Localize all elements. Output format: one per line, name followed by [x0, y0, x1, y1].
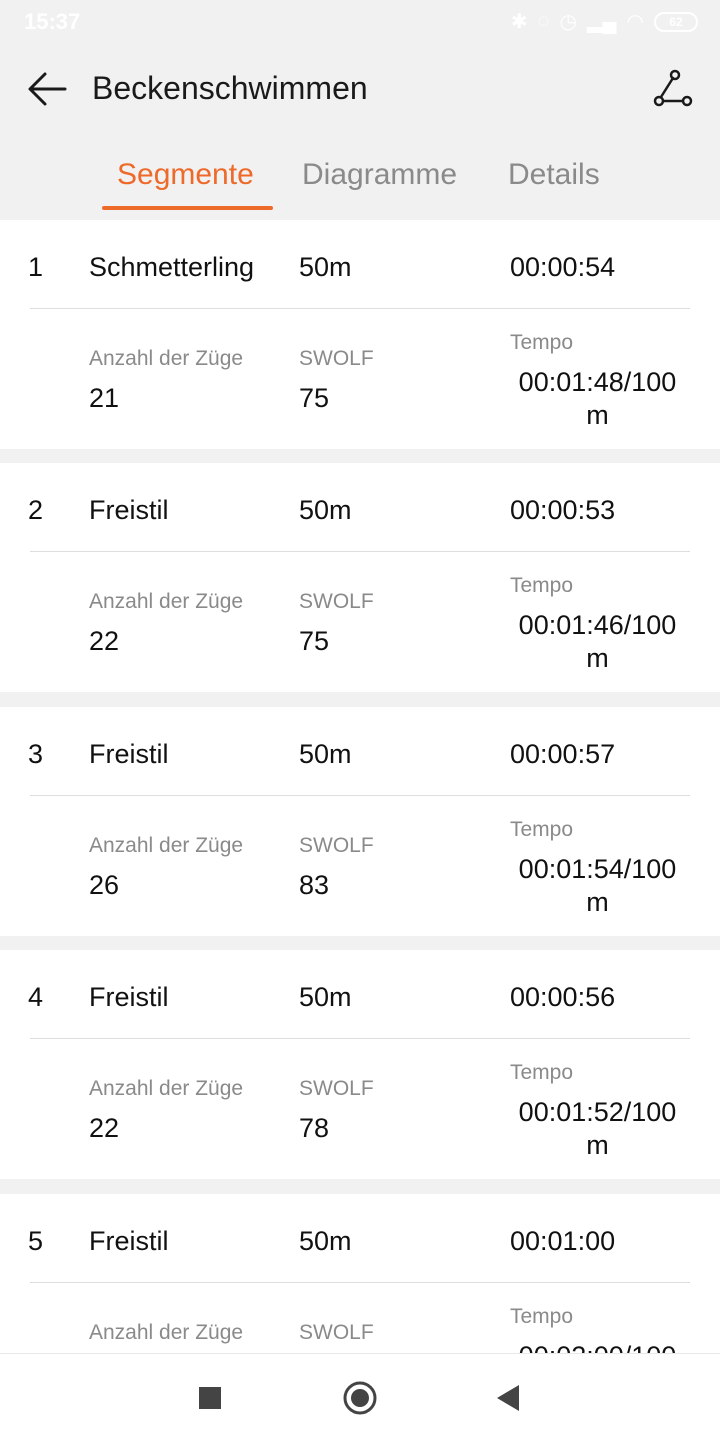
swolf-label: SWOLF [299, 1321, 374, 1344]
square-icon [199, 1387, 221, 1409]
segment-stroke: Schmetterling [89, 252, 255, 282]
segment-card[interactable]: 2 Freistil 50m 00:00:53 Anzahl der Züge … [0, 463, 720, 692]
recents-button[interactable] [192, 1380, 228, 1416]
back-nav-button[interactable] [490, 1380, 526, 1416]
strokes-label: Anzahl der Züge [89, 590, 244, 613]
strokes-label: Anzahl der Züge [89, 347, 244, 370]
status-icons: ✱ ◌ ◷ ▂▄ ◠ 62 [511, 9, 698, 34]
swolf-label: SWOLF [299, 1077, 374, 1100]
status-bar: 15:37 ✱ ◌ ◷ ▂▄ ◠ 62 [0, 0, 720, 44]
swolf-label: SWOLF [299, 347, 374, 370]
segment-card[interactable]: 1 Schmetterling 50m 00:00:54 Anzahl der … [0, 220, 720, 449]
segment-card[interactable]: 3 Freistil 50m 00:00:57 Anzahl der Züge … [0, 707, 720, 936]
segment-distance: 50m [299, 739, 352, 769]
signal-icon: ▂▄ [586, 11, 617, 33]
battery-icon: 62 [654, 11, 698, 32]
pace-value: 00:01:52/100m [518, 1097, 677, 1160]
mute-icon: ◌ [537, 10, 550, 32]
wifi-icon: ◠ [626, 11, 644, 33]
navigation-bar [0, 1353, 720, 1440]
swolf-value: 75 [299, 383, 330, 413]
swolf-value: 78 [299, 1113, 330, 1143]
pace-label: Tempo [510, 818, 574, 841]
pace-value: 00:01:46/100m [518, 610, 677, 673]
route-button[interactable] [648, 66, 698, 112]
app-bar: Beckenschwimmen [0, 44, 720, 134]
back-button[interactable] [22, 66, 72, 112]
segment-list[interactable]: 1 Schmetterling 50m 00:00:54 Anzahl der … [0, 220, 720, 1353]
segment-distance: 50m [299, 495, 352, 525]
swolf-label: SWOLF [299, 590, 374, 613]
segment-index: 5 [28, 1226, 44, 1256]
pace-value: 00:02:00/100m [510, 1340, 685, 1353]
segment-index: 2 [28, 495, 44, 525]
divider [30, 551, 690, 552]
segment-distance: 50m [299, 1226, 352, 1256]
segment-index: 3 [28, 739, 44, 769]
segment-duration: 00:00:53 [510, 495, 616, 525]
arrow-left-icon [28, 72, 67, 106]
strokes-value: 22 [89, 1113, 120, 1143]
segment-index: 1 [28, 252, 44, 282]
tab-segments[interactable]: Segmente [117, 158, 254, 192]
route-icon [653, 69, 693, 107]
pace-value: 00:01:54/100m [518, 854, 677, 917]
pace-label: Tempo [510, 1061, 574, 1084]
page-title: Beckenschwimmen [92, 70, 368, 106]
home-button[interactable] [342, 1380, 378, 1416]
divider [30, 1282, 690, 1283]
status-time: 15:37 [24, 9, 81, 34]
strokes-value: 22 [89, 626, 120, 656]
segment-stroke: Freistil [89, 1226, 169, 1256]
strokes-label: Anzahl der Züge [89, 1077, 244, 1100]
strokes-value: 21 [89, 383, 120, 413]
segment-duration: 00:00:57 [510, 739, 616, 769]
pace-label: Tempo [510, 331, 574, 354]
bluetooth-icon: ✱ [510, 11, 528, 33]
triangle-back-icon [497, 1385, 519, 1411]
swolf-value: 83 [299, 870, 330, 900]
tab-indicator [102, 206, 273, 210]
tab-charts[interactable]: Diagramme [302, 158, 457, 192]
tab-bar: Segmente Diagramme Details [0, 134, 720, 220]
divider [30, 1038, 690, 1039]
swolf-label: SWOLF [299, 834, 374, 857]
pace-label: Tempo [510, 1305, 574, 1328]
strokes-value: 26 [89, 870, 120, 900]
segment-duration: 00:00:56 [510, 982, 616, 1012]
divider [30, 308, 690, 309]
tab-details[interactable]: Details [508, 158, 600, 192]
segment-duration: 00:01:00 [510, 1226, 616, 1256]
segment-stroke: Freistil [89, 982, 169, 1012]
segment-stroke: Freistil [89, 495, 169, 525]
swolf-value: 75 [299, 626, 330, 656]
segment-index: 4 [28, 982, 44, 1012]
segment-card[interactable]: 5 Freistil 50m 00:01:00 Anzahl der Züge … [0, 1194, 720, 1353]
segment-distance: 50m [299, 982, 352, 1012]
strokes-label: Anzahl der Züge [89, 1321, 244, 1344]
segment-distance: 50m [299, 252, 352, 282]
segment-stroke: Freistil [89, 739, 169, 769]
pace-label: Tempo [510, 574, 574, 597]
segment-card[interactable]: 4 Freistil 50m 00:00:56 Anzahl der Züge … [0, 950, 720, 1179]
segment-duration: 00:00:54 [510, 252, 616, 282]
strokes-label: Anzahl der Züge [89, 834, 244, 857]
alarm-icon: ◷ [559, 11, 577, 33]
divider [30, 795, 690, 796]
pace-value: 00:01:48/100m [518, 367, 677, 430]
home-circle-icon [343, 1381, 377, 1415]
